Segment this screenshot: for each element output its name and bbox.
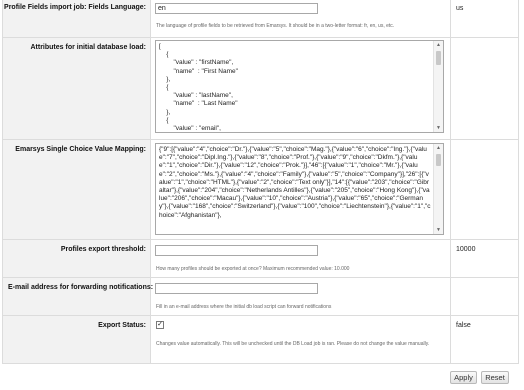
export-status-label: Export Status:: [98, 322, 146, 329]
label-cell: E-mail address for forwarding notificati…: [3, 278, 154, 315]
value-cell: The language of profile fields to be ret…: [151, 0, 451, 37]
export-threshold-current: 10000: [456, 246, 476, 253]
current-value-cell: false: [451, 316, 519, 363]
row-notification-email: E-mail address for forwarding notificati…: [3, 278, 519, 316]
fields-language-current: us: [456, 5, 464, 12]
single-choice-mapping-label: Emarsys Single Choice Value Mapping:: [15, 146, 146, 153]
label-cell: Profiles export threshold:: [3, 240, 151, 277]
export-status-checkbox[interactable]: ✓: [156, 321, 164, 329]
fields-language-help: The language of profile fields to be ret…: [156, 23, 395, 29]
fields-language-label: Profile Fields import job: Fields Langua…: [4, 4, 146, 11]
export-threshold-input[interactable]: [155, 245, 318, 256]
row-fields-language: Profile Fields import job: Fields Langua…: [3, 0, 519, 38]
single-choice-mapping-scrollbar[interactable]: ▲ ▼: [433, 144, 443, 234]
label-cell: Export Status:: [3, 316, 151, 363]
apply-button[interactable]: Apply: [450, 371, 477, 384]
reset-button[interactable]: Reset: [481, 371, 509, 384]
current-value-cell: [451, 278, 519, 315]
label-cell: Attributes for initial database load:: [3, 38, 151, 139]
value-cell: {"9":[{"value":"4","choice":"Dr."},{"val…: [151, 140, 451, 239]
attributes-textarea[interactable]: [ { "value" : "firstName", "name" : "Fir…: [155, 40, 444, 133]
current-value-cell: [451, 38, 519, 139]
row-export-threshold: Profiles export threshold: How many prof…: [3, 240, 519, 278]
attributes-label: Attributes for initial database load:: [30, 44, 146, 51]
export-threshold-label: Profiles export threshold:: [60, 246, 146, 253]
current-value-cell: 10000: [451, 240, 519, 277]
scroll-down-arrow-icon[interactable]: ▼: [434, 226, 443, 234]
fields-language-input[interactable]: [155, 3, 318, 14]
notification-email-input[interactable]: [155, 283, 318, 294]
scroll-up-arrow-icon[interactable]: ▲: [434, 41, 443, 49]
value-cell: How many profiles should be exported at …: [151, 240, 451, 277]
row-export-status: Export Status: ✓ Changes value automatic…: [3, 316, 519, 364]
settings-form: Profile Fields import job: Fields Langua…: [0, 0, 524, 390]
export-status-help: Changes value automatically. This will b…: [156, 341, 430, 347]
value-cell: Fill in an e-mail address where the init…: [151, 278, 451, 315]
attributes-textarea-content: [ { "value" : "firstName", "name" : "Fir…: [159, 43, 238, 133]
scrollbar-thumb[interactable]: [436, 51, 441, 65]
attributes-scrollbar[interactable]: ▲ ▼: [433, 41, 443, 132]
export-threshold-help: How many profiles should be exported at …: [156, 266, 350, 272]
notification-email-help: Fill in an e-mail address where the init…: [156, 304, 332, 310]
label-cell: Emarsys Single Choice Value Mapping:: [3, 140, 151, 239]
notification-email-label: E-mail address for forwarding notificati…: [8, 284, 154, 291]
scroll-up-arrow-icon[interactable]: ▲: [434, 144, 443, 152]
scrollbar-thumb[interactable]: [436, 154, 441, 166]
scroll-down-arrow-icon[interactable]: ▼: [434, 124, 443, 132]
single-choice-mapping-content: {"9":[{"value":"4","choice":"Dr."},{"val…: [159, 146, 431, 219]
settings-table: Profile Fields import job: Fields Langua…: [2, 0, 519, 364]
single-choice-mapping-textarea[interactable]: {"9":[{"value":"4","choice":"Dr."},{"val…: [155, 143, 444, 235]
current-value-cell: [451, 140, 519, 239]
value-cell: ✓ Changes value automatically. This will…: [151, 316, 451, 363]
row-attributes: Attributes for initial database load: [ …: [3, 38, 519, 140]
current-value-cell: us: [451, 0, 519, 37]
row-single-choice-mapping: Emarsys Single Choice Value Mapping: {"9…: [3, 140, 519, 240]
export-status-current: false: [456, 322, 471, 329]
checkmark-icon: ✓: [157, 321, 163, 328]
label-cell: Profile Fields import job: Fields Langua…: [3, 0, 151, 37]
value-cell: [ { "value" : "firstName", "name" : "Fir…: [151, 38, 451, 139]
